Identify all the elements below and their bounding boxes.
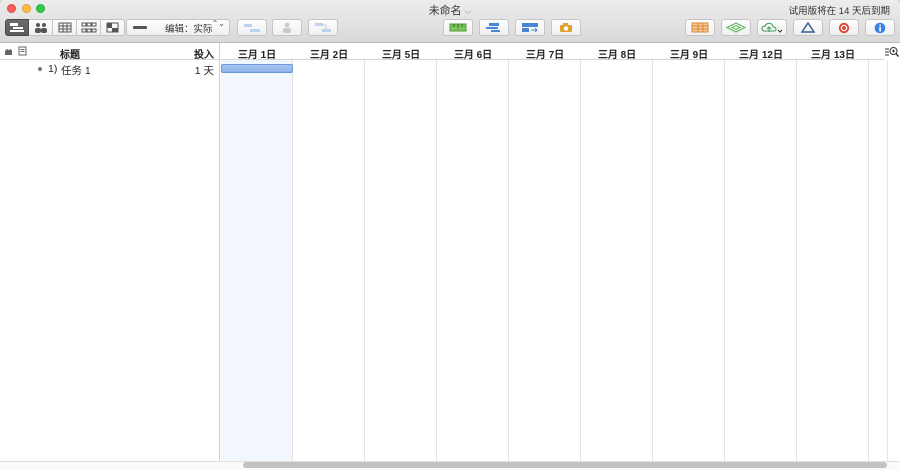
horizontal-scrollbar[interactable] [243, 462, 887, 468]
group-tasks-button[interactable] [237, 19, 267, 36]
cloud-upload-icon [761, 22, 783, 33]
people-icon [34, 23, 47, 33]
task-number: 1) [48, 63, 58, 75]
day-column [653, 43, 725, 461]
connect-tasks-button[interactable] [308, 19, 338, 36]
day-header-label: 三月 1日 [237, 50, 277, 61]
day-column [581, 43, 653, 461]
zoom-in-icon [885, 46, 899, 57]
day-header-label: 三月 6日 [453, 50, 493, 61]
day-column [221, 43, 293, 461]
gantt-view-icon [10, 23, 24, 32]
day-column [725, 43, 797, 461]
toolbar-area: 未命名 ⌵ 试用版将在 14 天后到期 编辑：实际 ⌃⌄ [0, 0, 900, 43]
assign-resource-button[interactable] [272, 19, 302, 36]
network-icon [81, 22, 96, 33]
connect-icon [315, 23, 331, 32]
task-bullet-icon [38, 67, 42, 71]
day-header-label: 三月 12日 [739, 50, 783, 61]
right-edge-divider [887, 60, 888, 461]
reschedule-button[interactable] [479, 19, 509, 36]
triangle-icon [801, 22, 815, 33]
day-column [293, 43, 365, 461]
task-effort[interactable]: 1 天 [195, 63, 214, 78]
document-title[interactable]: 未命名 ⌵ [0, 2, 900, 18]
diamond-icon [726, 22, 746, 33]
note-icon [18, 46, 27, 56]
day-column [365, 43, 437, 461]
camera-icon [560, 23, 572, 32]
day-header-label: 三月 7日 [525, 50, 565, 61]
title-column-header[interactable]: 标题 [60, 46, 80, 61]
resources-view-button[interactable] [29, 19, 53, 36]
table-row[interactable]: 1) 任务 1 1 天 [0, 60, 219, 78]
baseline-swatch [133, 26, 147, 29]
edit-mode-label: 编辑：实际 [165, 23, 213, 35]
day-header-label: 三月 13日 [811, 50, 855, 61]
calendar-icon [58, 22, 71, 33]
styles-icon [106, 22, 119, 33]
outline-header: 标题 投入 [0, 43, 219, 61]
day-header-label: 三月 2日 [309, 50, 349, 61]
violations-button[interactable] [829, 19, 859, 36]
publish-button[interactable] [757, 19, 787, 36]
task-outline-pane: 标题 投入 1) 任务 1 1 天 [0, 43, 220, 461]
add-milestone-button[interactable] [443, 19, 473, 36]
network-view-button[interactable] [77, 19, 101, 36]
trial-notice: 试用版将在 14 天后到期 [788, 6, 890, 17]
person-icon [283, 22, 291, 33]
stop-icon [838, 22, 850, 33]
group-icon [244, 23, 260, 32]
gantt-chart: 三月 1日 三月 2日 三月 5日 三月 6日 三月 7日 三月 8日 三月 9日 三月 12… [221, 43, 900, 461]
timeline-zoom-button[interactable] [884, 43, 900, 60]
notes-column-icon[interactable] [18, 46, 27, 59]
day-header-label: 三月 8日 [597, 50, 637, 61]
schedule-icon [486, 23, 500, 32]
table-icon [691, 22, 709, 33]
view-switcher [5, 19, 125, 36]
app-window: 未命名 ⌵ 试用版将在 14 天后到期 编辑：实际 ⌃⌄ 标题 投入 1) 任务… [0, 0, 900, 470]
task-title[interactable]: 任务 1 [61, 63, 91, 78]
resource-column-icon[interactable] [3, 46, 13, 59]
level-resources-button[interactable] [515, 19, 545, 36]
ruler-icon [449, 23, 467, 32]
info-icon [874, 22, 886, 33]
day-header-label: 三月 9日 [669, 50, 709, 61]
styles-view-button[interactable] [101, 19, 125, 36]
day-column [509, 43, 581, 461]
day-column [437, 43, 509, 461]
baseline-button[interactable] [721, 19, 751, 36]
timeline-header: 三月 1日 三月 2日 三月 5日 三月 6日 三月 7日 三月 8日 三月 9日 三月 12… [221, 43, 900, 61]
level-icon [522, 23, 538, 33]
hand-icon [5, 49, 12, 55]
day-header-label: 三月 5日 [381, 50, 421, 61]
inspector-table-button[interactable] [685, 19, 715, 36]
day-column [797, 43, 869, 461]
edit-mode-select[interactable]: 编辑：实际 ⌃⌄ [126, 19, 230, 36]
gantt-view-button[interactable] [5, 19, 29, 36]
snapshot-button[interactable] [551, 19, 581, 36]
task-bar[interactable] [221, 64, 293, 73]
info-button[interactable] [865, 19, 895, 36]
calendar-view-button[interactable] [53, 19, 77, 36]
select-arrows-icon: ⌃⌄ [211, 19, 225, 28]
effort-column-header[interactable]: 投入 [194, 46, 214, 61]
chevron-down-icon: ⌵ [464, 6, 472, 16]
document-title-text: 未命名 [428, 5, 462, 17]
styles-button[interactable] [793, 19, 823, 36]
